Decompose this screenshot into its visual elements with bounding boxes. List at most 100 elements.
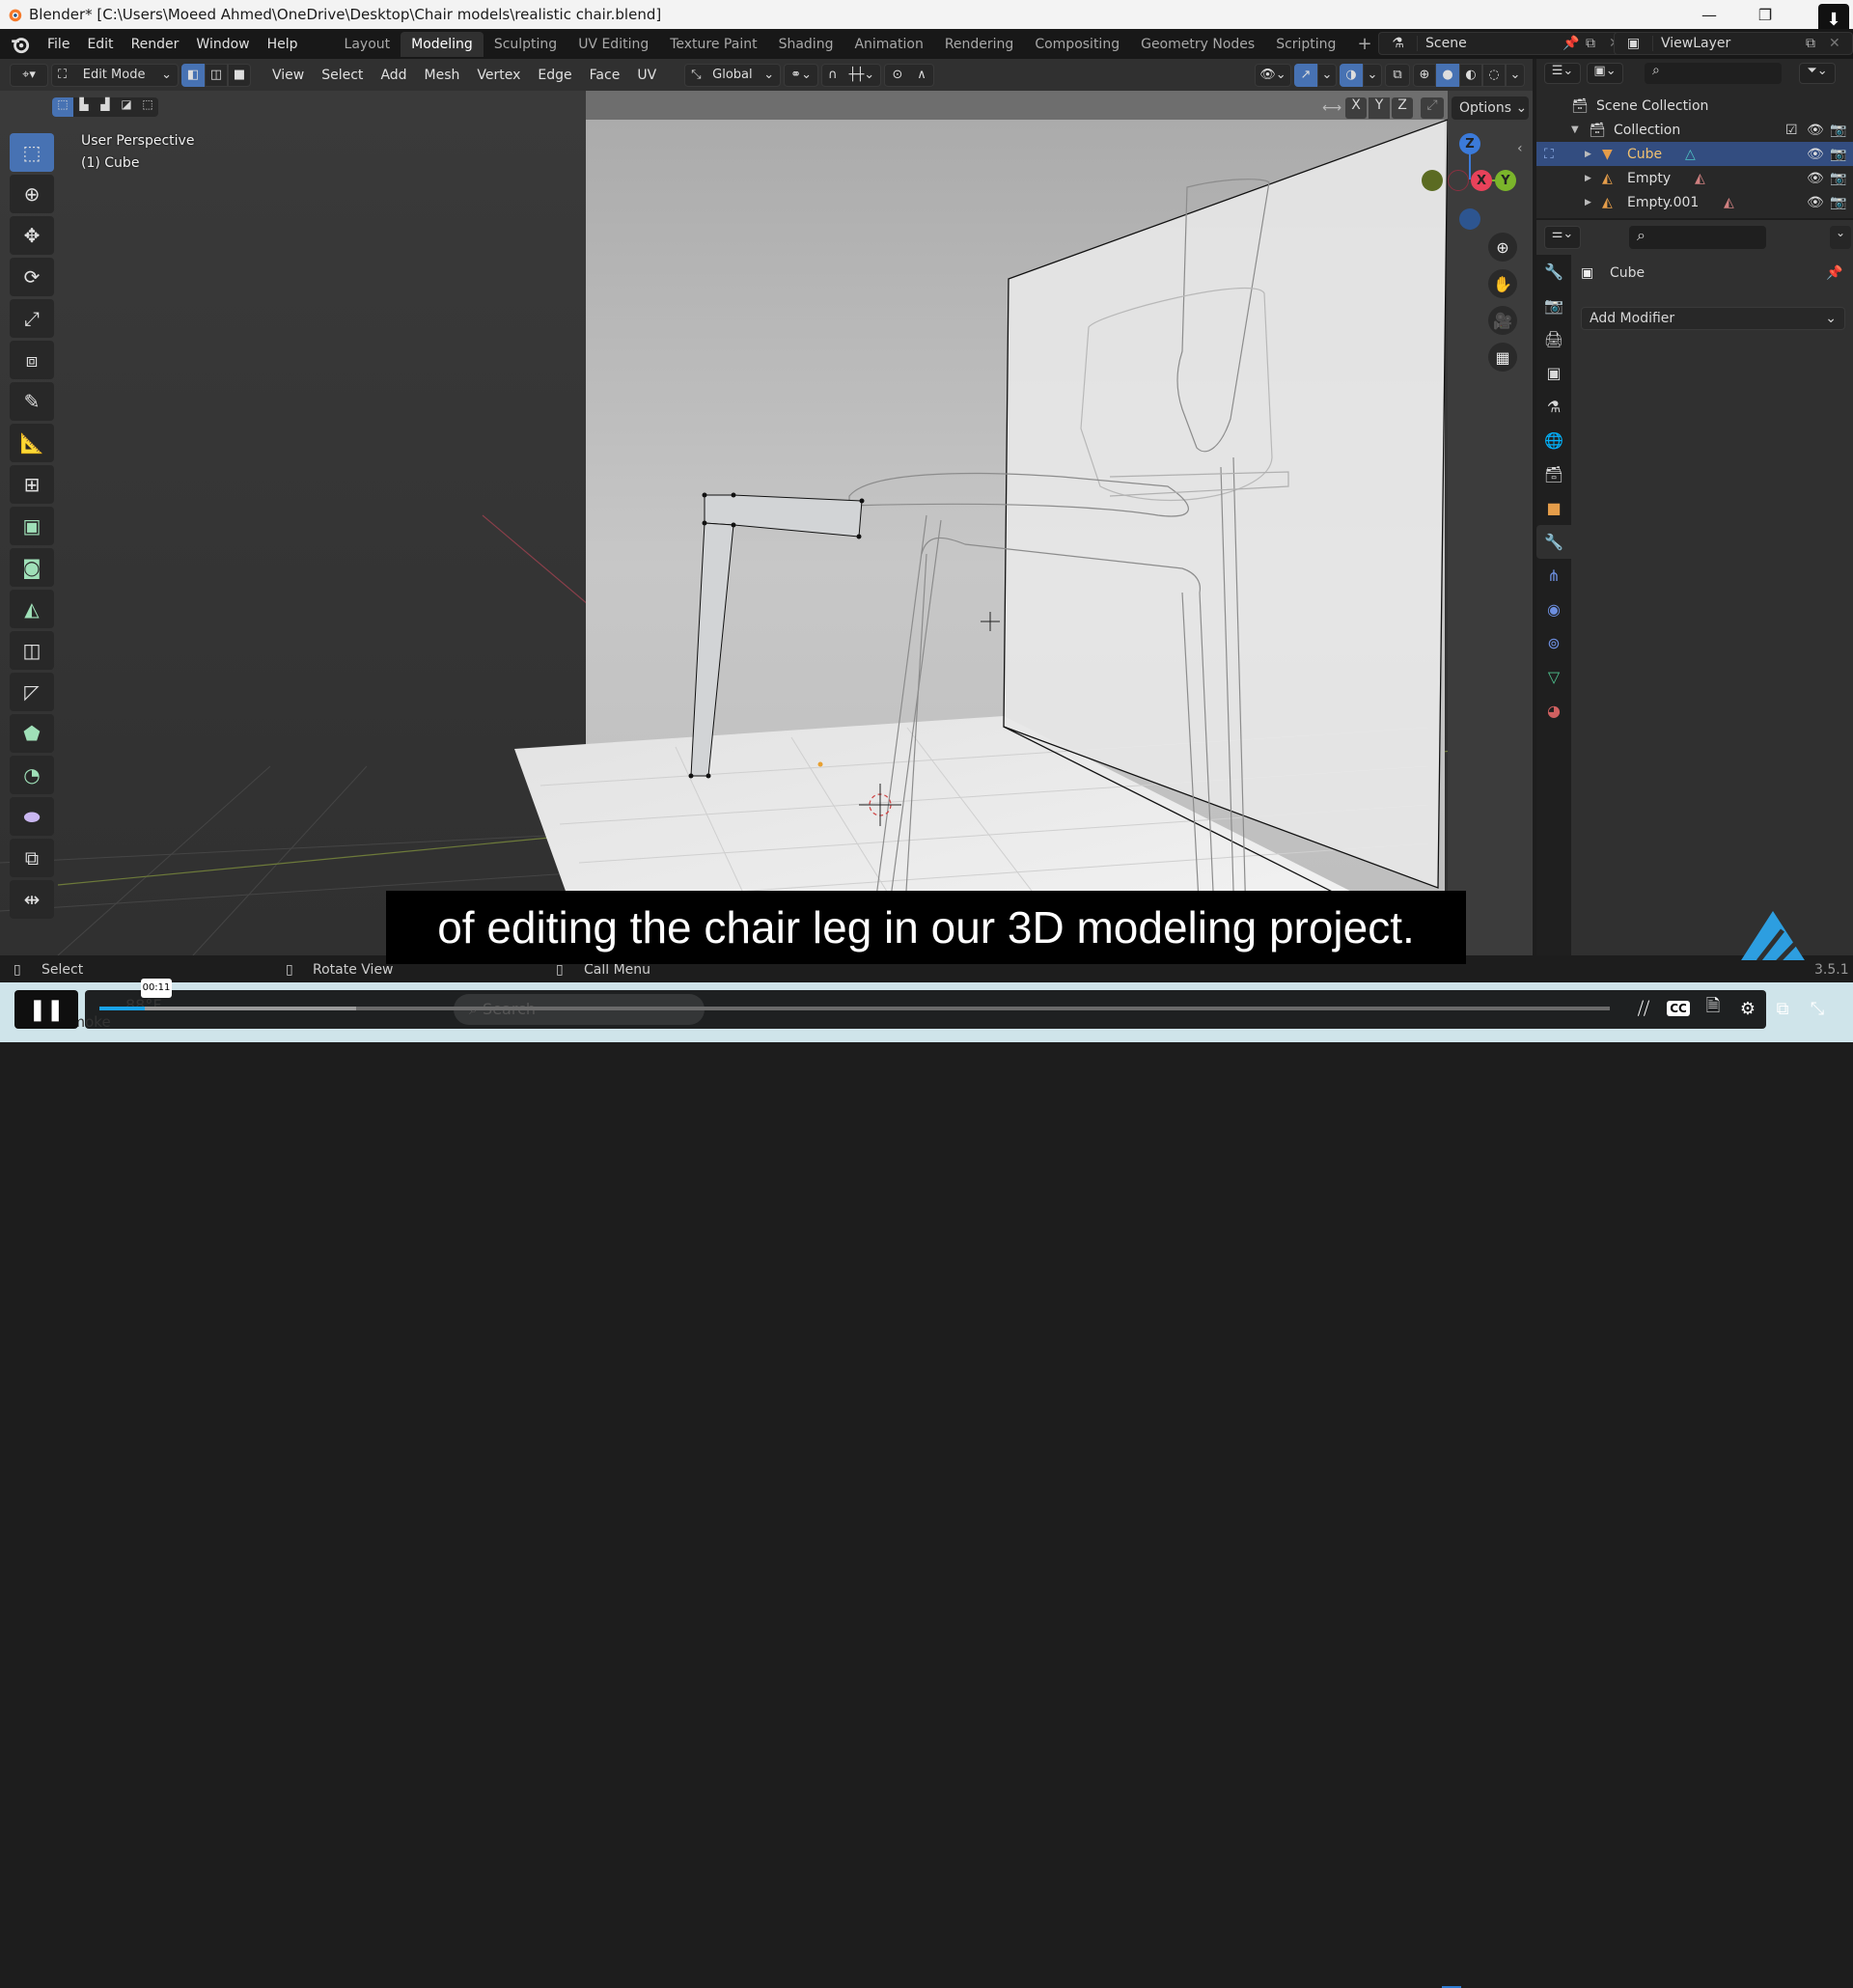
menu-edge[interactable]: Edge: [529, 68, 580, 83]
select-intersect-button[interactable]: ⬚: [137, 97, 158, 117]
tool-smooth[interactable]: ⬬: [10, 797, 54, 836]
tool-transform[interactable]: ⧈: [10, 341, 54, 379]
eye-icon[interactable]: 👁: [1807, 195, 1830, 210]
tab-physics[interactable]: ◉: [1536, 593, 1571, 626]
tab-output[interactable]: 🖨: [1536, 322, 1571, 356]
toggle-perspective-button[interactable]: ▦: [1488, 343, 1517, 372]
menu-vertex[interactable]: Vertex: [468, 68, 529, 83]
tab-modifiers[interactable]: 🔧: [1536, 525, 1571, 559]
settings-button[interactable]: ⚙: [1733, 994, 1762, 1023]
scene-selector[interactable]: ⚗ Scene 📌 ⧉ ✕: [1378, 32, 1627, 55]
tab-render[interactable]: 📷: [1536, 289, 1571, 322]
tool-edge-slide[interactable]: ⧉: [10, 839, 54, 877]
tool-inset-faces[interactable]: ◙: [10, 548, 54, 587]
falloff-icon[interactable]: ∧: [917, 68, 926, 82]
overlays-dropdown[interactable]: ⌄: [1363, 63, 1382, 87]
topology-mirror-toggle[interactable]: ⤢: [1421, 97, 1444, 119]
tool-extrude-region[interactable]: ▣: [10, 507, 54, 545]
scene-icon[interactable]: ⚗: [1379, 36, 1418, 51]
select-invert-button[interactable]: ◪: [116, 97, 137, 117]
filter-layer-dropdown[interactable]: ▣⌄: [1587, 63, 1623, 84]
edge-select-button[interactable]: ◫: [205, 63, 228, 87]
gizmo-neg-x-axis[interactable]: [1448, 170, 1469, 191]
tool-poly-build[interactable]: ⬟: [10, 714, 54, 753]
gizmo-neg-z-axis[interactable]: [1459, 208, 1480, 230]
tool-loop-cut[interactable]: ◫: [10, 631, 54, 670]
tab-particles[interactable]: ⋔: [1536, 559, 1571, 593]
tab-sculpting[interactable]: Sculpting: [484, 32, 567, 57]
eye-icon[interactable]: 👁: [1807, 171, 1830, 186]
autoplay-toggle[interactable]: ⧸⧸: [1629, 994, 1658, 1023]
eye-icon[interactable]: 👁: [1807, 123, 1830, 138]
tool-shrink-fatten[interactable]: ⇹: [10, 880, 54, 919]
add-workspace-button[interactable]: +: [1346, 32, 1382, 57]
gizmo-x-axis[interactable]: X: [1471, 170, 1492, 191]
tab-texture-paint[interactable]: Texture Paint: [659, 32, 767, 57]
outliner-search-input[interactable]: ⌕: [1645, 63, 1782, 84]
tab-view-layer[interactable]: ▣: [1536, 356, 1571, 390]
tool-move[interactable]: ✥: [10, 216, 54, 255]
transcript-button[interactable]: 🗎: [1699, 994, 1728, 1023]
viewport-scene[interactable]: [0, 91, 1533, 955]
expand-arrow-icon[interactable]: ▶: [1585, 174, 1602, 183]
material-shading-button[interactable]: ◐: [1459, 63, 1482, 87]
xray-toggle[interactable]: ⧉: [1385, 63, 1410, 87]
snap-magnet-icon[interactable]: ∩: [828, 68, 838, 82]
outliner-item-empty-001[interactable]: ▶ ◭ Empty.001 ◭ 👁 📷: [1536, 190, 1853, 214]
add-modifier-dropdown[interactable]: Add Modifier ⌄: [1581, 307, 1845, 330]
exclude-checkbox[interactable]: ☑: [1785, 123, 1807, 138]
pivot-point-dropdown[interactable]: ⚭⌄: [784, 63, 819, 87]
menu-mesh[interactable]: Mesh: [416, 68, 469, 83]
tool-spin[interactable]: ◔: [10, 756, 54, 794]
view-layer-selector[interactable]: ▣ ViewLayer ⧉ ✕: [1614, 32, 1853, 55]
editor-type-button[interactable]: ⌖▾: [10, 63, 48, 87]
blender-menu-icon[interactable]: [10, 34, 31, 55]
pin-icon[interactable]: 📌: [1563, 36, 1586, 51]
properties-options-dropdown[interactable]: ⌄: [1830, 226, 1851, 249]
tab-modeling[interactable]: Modeling: [401, 31, 484, 57]
gizmo-neg-y-axis[interactable]: [1422, 170, 1443, 191]
tool-bevel[interactable]: ◭: [10, 590, 54, 628]
tool-measure[interactable]: 📐: [10, 424, 54, 462]
expand-arrow-icon[interactable]: ▶: [1585, 198, 1602, 207]
outliner-scene-collection[interactable]: 🗃 Scene Collection: [1536, 94, 1853, 118]
tab-compositing[interactable]: Compositing: [1024, 32, 1130, 57]
menu-face[interactable]: Face: [581, 68, 629, 83]
tab-rendering[interactable]: Rendering: [934, 32, 1025, 57]
snap-increment-icon[interactable]: ┼┼⌄: [849, 68, 875, 82]
tool-select-box[interactable]: ⬚: [10, 133, 54, 172]
tab-collection[interactable]: 🗃: [1536, 457, 1571, 491]
outliner-item-cube[interactable]: ⛶ ▶ ▼ Cube △ 👁 📷: [1536, 142, 1853, 166]
properties-editor-type[interactable]: ⚌⌄: [1544, 226, 1581, 249]
tab-object[interactable]: ■: [1536, 491, 1571, 525]
outliner-item-empty[interactable]: ▶ ◭ Empty ◭ 👁 📷: [1536, 166, 1853, 190]
3d-viewport[interactable]: ⬚ ▙ ▟ ◪ ⬚ User Perspective (1) Cube ⟷ X …: [0, 91, 1533, 955]
wireframe-shading-button[interactable]: ⊕: [1413, 63, 1436, 87]
new-scene-icon[interactable]: ⧉: [1586, 36, 1609, 51]
camera-render-icon[interactable]: 📷: [1830, 195, 1853, 210]
scene-name[interactable]: Scene: [1418, 36, 1563, 51]
tab-world[interactable]: 🌐: [1536, 424, 1571, 457]
mirror-y-toggle[interactable]: Y: [1369, 97, 1390, 119]
tool-rotate[interactable]: ⟳: [10, 258, 54, 296]
gizmo-toggle[interactable]: ↗: [1294, 63, 1317, 87]
tab-constraints[interactable]: ⊚: [1536, 626, 1571, 660]
eye-icon[interactable]: 👁: [1807, 147, 1830, 162]
tab-scripting[interactable]: Scripting: [1265, 32, 1346, 57]
camera-view-button[interactable]: 🎥: [1488, 306, 1517, 335]
pause-button[interactable]: ❚❚: [14, 990, 78, 1029]
maximize-button[interactable]: ❐: [1743, 0, 1787, 29]
edit-mode-icon[interactable]: ⛶: [1536, 147, 1585, 162]
tool-knife[interactable]: ◸: [10, 673, 54, 711]
shading-dropdown[interactable]: ⌄: [1506, 63, 1525, 87]
delete-view-layer-icon[interactable]: ✕: [1829, 36, 1852, 51]
vertex-select-button[interactable]: ◧: [181, 63, 205, 87]
tab-tool[interactable]: 🔧: [1536, 255, 1571, 289]
proportional-editing-icon[interactable]: ⊙: [893, 68, 903, 82]
display-mode-dropdown[interactable]: ☰⌄: [1544, 63, 1581, 84]
tool-scale[interactable]: ⤢: [10, 299, 54, 338]
mirror-z-toggle[interactable]: Z: [1392, 97, 1413, 119]
select-subtract-button[interactable]: ▟: [95, 97, 116, 117]
tab-geometry-nodes[interactable]: Geometry Nodes: [1130, 32, 1265, 57]
rendered-shading-button[interactable]: ◌: [1482, 63, 1506, 87]
